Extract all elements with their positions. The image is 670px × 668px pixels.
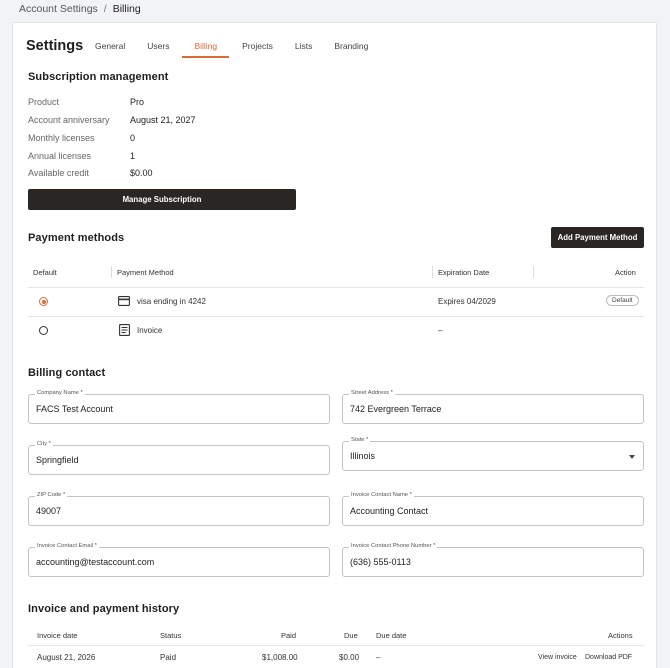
row-divider	[28, 287, 644, 288]
street-address-field[interactable]: Street Address *	[342, 390, 644, 424]
invoice-paid: $1,008.00	[262, 653, 298, 662]
invoice-contact-phone-input[interactable]	[350, 557, 630, 567]
settings-card: Settings General Users Billing Projects …	[12, 22, 657, 668]
column-due-date: Due date	[376, 631, 407, 640]
invoice-contact-email-input[interactable]	[36, 557, 316, 567]
available-credit-value: $0.00	[130, 168, 153, 178]
invoice-contact-name-field[interactable]: Invoice Contact Name *	[342, 492, 644, 526]
chevron-down-icon[interactable]	[629, 455, 635, 459]
state-value: Illinois	[350, 451, 376, 461]
subscription-heading: Subscription management	[28, 71, 169, 83]
tab-projects[interactable]: Projects	[233, 35, 282, 58]
column-invoice-date: Invoice date	[37, 631, 78, 640]
invoice-icon	[119, 324, 130, 336]
tab-branding[interactable]: Branding	[325, 35, 377, 58]
download-pdf-link[interactable]: Download PDF	[585, 654, 632, 661]
column-divider	[111, 266, 112, 278]
payment-method-visa: visa ending in 4242	[137, 297, 206, 306]
breadcrumb-parent[interactable]: Account Settings	[19, 3, 98, 15]
expiration-invoice: –	[438, 326, 443, 335]
monthly-licenses-label: Monthly licenses	[28, 133, 95, 143]
column-actions: Actions	[608, 631, 633, 640]
monthly-licenses-value: 0	[130, 133, 136, 143]
payment-methods-heading: Payment methods	[28, 232, 125, 244]
street-address-label: Street Address *	[349, 390, 395, 396]
billing-contact-heading: Billing contact	[28, 367, 106, 379]
available-credit-label: Available credit	[28, 168, 89, 178]
company-name-label: Company Name *	[35, 390, 85, 396]
column-status: Status	[160, 631, 182, 640]
invoice-status: Paid	[160, 653, 177, 662]
state-label: State *	[349, 437, 371, 443]
anniversary-label: Account anniversary	[28, 115, 110, 125]
street-address-input[interactable]	[350, 404, 630, 414]
city-input[interactable]	[36, 455, 316, 465]
breadcrumb-separator: /	[103, 3, 107, 15]
column-divider	[432, 266, 433, 278]
page-title: Settings	[26, 38, 84, 54]
company-name-field[interactable]: Company Name *	[28, 390, 330, 424]
view-invoice-link[interactable]: View invoice	[538, 654, 577, 661]
tab-lists[interactable]: Lists	[286, 35, 321, 58]
tab-general[interactable]: General	[86, 35, 134, 58]
column-payment-method: Payment Method	[117, 268, 174, 277]
column-expiration-date: Expiration Date	[438, 268, 490, 277]
invoice-contact-phone-field[interactable]: Invoice Contact Phone Number *	[342, 543, 644, 577]
payment-method-invoice: Invoice	[137, 326, 163, 335]
default-badge: Default	[606, 295, 639, 306]
manage-subscription-button[interactable]: Manage Subscription	[28, 189, 296, 210]
column-divider	[533, 266, 534, 278]
row-divider	[28, 645, 644, 646]
row-divider	[28, 316, 644, 317]
invoice-date: August 21, 2026	[37, 653, 96, 662]
invoice-contact-name-input[interactable]	[350, 506, 630, 516]
annual-licenses-label: Annual licenses	[28, 151, 92, 161]
settings-tabs: General Users Billing Projects Lists Bra…	[86, 35, 381, 59]
invoice-contact-email-field[interactable]: Invoice Contact Email *	[28, 543, 330, 577]
zip-code-input[interactable]	[36, 506, 316, 516]
breadcrumb-current: Billing	[112, 3, 141, 15]
column-action: Action	[615, 268, 636, 277]
annual-licenses-value: 1	[130, 151, 136, 161]
expiration-visa: Expires 04/2029	[438, 297, 496, 306]
invoice-contact-email-label: Invoice Contact Email *	[35, 543, 99, 549]
company-name-input[interactable]	[36, 404, 316, 414]
column-default: Default	[33, 268, 57, 277]
zip-code-field[interactable]: ZIP Code *	[28, 492, 330, 526]
credit-card-icon	[118, 296, 130, 306]
invoice-contact-phone-label: Invoice Contact Phone Number *	[349, 543, 438, 549]
add-payment-method-button[interactable]: Add Payment Method	[551, 227, 644, 248]
tab-users[interactable]: Users	[138, 35, 178, 58]
product-value: Pro	[130, 97, 145, 107]
anniversary-value: August 21, 2027	[130, 115, 196, 125]
column-paid: Paid	[281, 631, 297, 640]
zip-code-label: ZIP Code *	[35, 492, 68, 498]
default-radio-visa[interactable]	[39, 297, 48, 306]
invoice-contact-name-label: Invoice Contact Name *	[349, 492, 414, 498]
breadcrumb: Account Settings / Billing	[19, 3, 141, 15]
product-label: Product	[28, 97, 60, 107]
column-due: Due	[344, 631, 358, 640]
city-field[interactable]: City *	[28, 441, 330, 475]
history-heading: Invoice and payment history	[28, 603, 180, 615]
state-select[interactable]: State * Illinois	[342, 437, 644, 471]
tab-billing[interactable]: Billing	[182, 35, 230, 58]
city-label: City *	[35, 441, 53, 447]
invoice-due-date: –	[376, 653, 381, 662]
default-radio-invoice[interactable]	[39, 326, 48, 335]
invoice-due: $0.00	[339, 653, 360, 662]
